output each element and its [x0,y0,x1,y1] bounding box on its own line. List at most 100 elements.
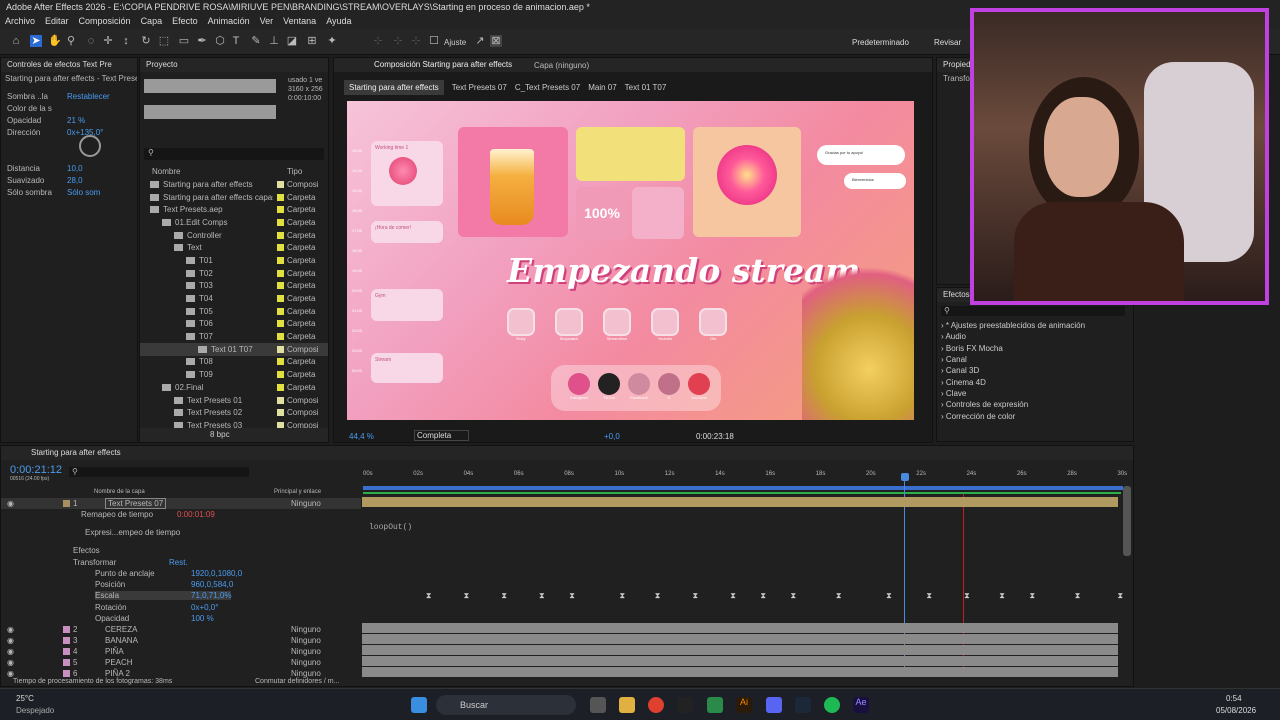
effects-category[interactable]: › Audio [941,331,1121,342]
bit-depth[interactable]: 8 bpc [140,428,328,442]
menu-item-8[interactable]: Ayuda [326,16,351,28]
project-item[interactable]: Starting para after effects Composi [140,178,328,191]
keyframe[interactable]: ⧗ [501,592,508,600]
layer-parent[interactable]: Ninguno [291,625,321,634]
project-item[interactable]: Controller Carpeta [140,229,328,242]
home-icon[interactable]: ⌂ [10,35,22,47]
time-ruler[interactable]: 00s 02s 04s 06s 08s 10s 12s 14s 16s 18s 20s 22s 24s 2… [363,471,1127,485]
pen-tool-icon[interactable]: ✒ [196,35,208,47]
hand-tool-icon[interactable]: ✋ [48,35,62,47]
project-item[interactable]: 01.Edit Comps Carpeta [140,216,328,229]
timeline-timecode[interactable]: 0:00:21:12 [10,464,62,476]
layer-tab[interactable]: Capa (ninguno) [534,61,589,70]
pan-tool-icon[interactable]: ✛ [102,35,114,47]
prop-value[interactable]: 960,0,584,0 [191,580,233,589]
prop-value[interactable]: 71,0,71,0% [191,591,231,600]
keyframe[interactable]: ⧗ [539,592,546,600]
prop-value[interactable]: 0x+0,0° [191,603,218,612]
layer-track[interactable] [362,656,1118,666]
menu-item-7[interactable]: Ventana [283,16,316,28]
selection-tool-icon[interactable]: ➤ [30,35,42,47]
menu-item-3[interactable]: Capa [141,16,163,28]
discord-icon[interactable] [766,697,782,713]
layer-name[interactable]: CEREZA [105,625,137,634]
project-item[interactable]: T01 Carpeta [140,254,328,267]
layer-track[interactable] [362,623,1118,633]
prop-value[interactable]: 0:00:01:09 [177,510,215,519]
chrome-icon[interactable] [648,697,664,713]
expression-text[interactable]: loopOut() [369,523,412,532]
project-item[interactable]: T06 Carpeta [140,318,328,331]
project-search-input[interactable]: ⚲ [144,148,324,160]
layer-row[interactable]: ◉ 2 CEREZA Ninguno [1,624,361,635]
snap-icon[interactable]: ↗ [474,35,486,47]
exposure-value[interactable]: +0,0 [604,432,620,441]
direction-dial[interactable] [79,135,101,157]
project-tab[interactable]: Proyecto [140,58,328,72]
menu-item-5[interactable]: Animación [208,16,250,28]
rotate-tool-icon[interactable]: ↻ [140,35,152,47]
project-item[interactable]: Text Presets.aep Carpeta [140,203,328,216]
puppet-tool-icon[interactable]: ✦ [326,35,338,47]
keyframe[interactable]: ⧗ [1029,592,1036,600]
illustrator-icon[interactable]: Ai [736,697,752,713]
camera-tool-icon[interactable]: ⬚ [158,35,170,47]
project-item[interactable]: T09 Carpeta [140,368,328,381]
composition-tab[interactable]: Composición Starting para after effects [334,58,932,72]
layer-track[interactable] [362,634,1118,644]
breadcrumb-item[interactable]: C_Text Presets 07 [515,83,580,92]
layer-parent[interactable]: Ninguno [291,658,321,667]
keyframe[interactable]: ⧗ [1075,592,1082,600]
layer-row[interactable]: ◉ 1 Text Presets 07 Ninguno [1,498,361,509]
timeline-search-input[interactable]: ⚲ [69,467,249,477]
effect-prop-value[interactable]: 10,0 [67,164,83,173]
keyframe[interactable]: ⧗ [791,592,798,600]
prop-value[interactable]: 1920,0,1080,0 [191,569,242,578]
keyframe[interactable]: ⧗ [999,592,1006,600]
layer-name[interactable]: PEACH [105,658,133,667]
snap-checkbox-icon[interactable]: ☐ [428,35,440,47]
playhead-handle[interactable] [901,473,909,481]
keyframe[interactable]: ⧗ [1118,592,1125,600]
text-tool-icon[interactable]: T [230,35,242,47]
keyframe[interactable]: ⧗ [964,592,971,600]
project-item[interactable]: T07 Carpeta [140,330,328,343]
effects-category[interactable]: › Clave [941,388,1121,399]
clock-time[interactable]: 0:54 [1226,694,1242,703]
keyframe[interactable]: ⧗ [464,592,471,600]
layer-parent[interactable]: Ninguno [291,669,321,678]
eraser-tool-icon[interactable]: ◪ [286,35,298,47]
visibility-icon[interactable]: ◉ [7,499,14,508]
clock-date[interactable]: 05/08/2026 [1216,706,1256,715]
effect-prop-value[interactable]: 28,0 [67,176,83,185]
taskbar-search[interactable]: Buscar [436,695,576,715]
breadcrumb-item[interactable]: Starting para after effects [344,79,444,95]
keyframe[interactable]: ⧗ [692,592,699,600]
effects-category[interactable]: › Boris FX Mocha [941,343,1121,354]
project-item[interactable]: T05 Carpeta [140,305,328,318]
layer-parent[interactable]: Ninguno [291,499,321,508]
breadcrumb-item[interactable]: Text Presets 07 [452,83,507,92]
layer-track[interactable] [362,645,1118,655]
visibility-icon[interactable]: ◉ [7,636,14,645]
breadcrumb-item[interactable]: Text 01 T07 [625,83,667,92]
keyframe[interactable]: ⧗ [655,592,662,600]
file-explorer-icon[interactable] [619,697,635,713]
effect-prop-value[interactable]: Restablecer [67,92,110,101]
layer-name[interactable]: PIÑA [105,647,124,656]
layer-name[interactable]: BANANA [105,636,138,645]
snap-grid-icon[interactable]: ⊠ [490,35,502,47]
shape-tool-icon[interactable]: ⬡ [214,35,226,47]
menu-item-0[interactable]: Archivo [5,16,35,28]
keyframe[interactable]: ⧗ [730,592,737,600]
project-item[interactable]: Text Presets 01 Composi [140,394,328,407]
layer-name[interactable]: Text Presets 07 [105,498,167,509]
orbit-tool-icon[interactable]: ◌ [85,35,97,47]
zoom-tool-icon[interactable]: ⚲ [65,35,77,47]
menu-item-6[interactable]: Ver [260,16,274,28]
effects-category[interactable]: › * Ajustes preestablecidos de animación [941,320,1121,331]
visibility-icon[interactable]: ◉ [7,658,14,667]
app-icon-2[interactable] [707,697,723,713]
visibility-icon[interactable]: ◉ [7,669,14,678]
rectangle-tool-icon[interactable]: ▭ [178,35,190,47]
